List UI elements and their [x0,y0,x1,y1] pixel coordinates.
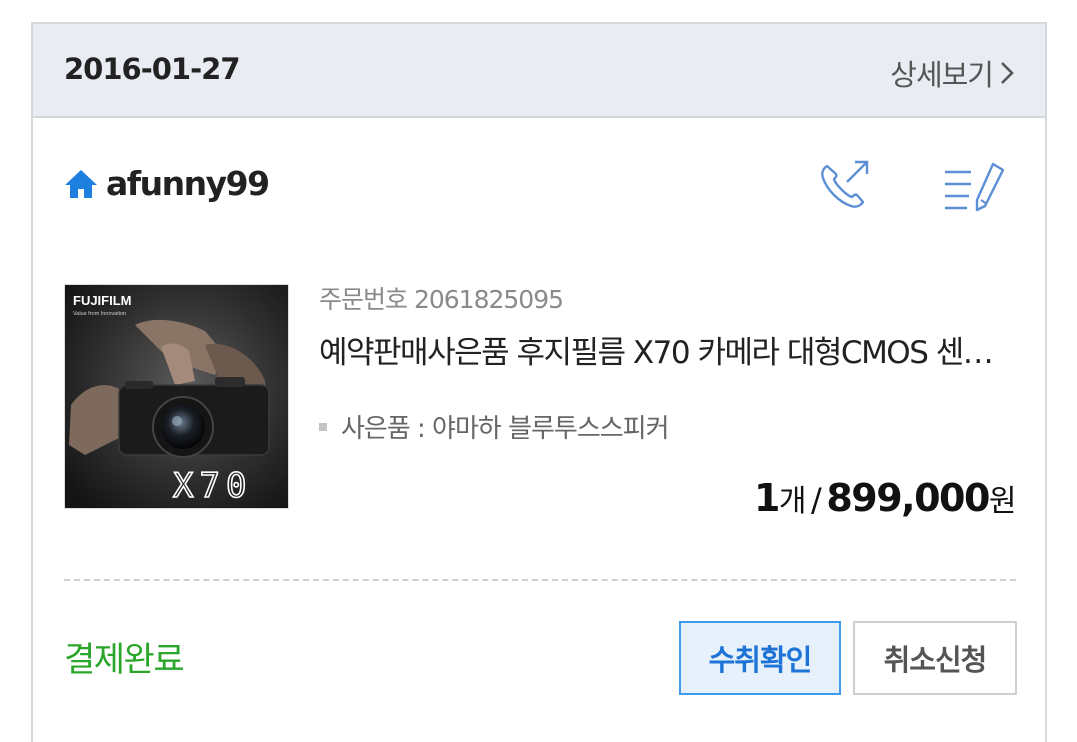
price-unit: 원 [988,484,1017,519]
bullet-icon [319,422,327,431]
gift-info: 사은품 : 야마하 블루투스스피커 [319,408,670,445]
camera-product-image: FUJIFILM Value from Innovation X70 [65,285,288,508]
model-text: X70 [173,466,252,506]
order-number: 주문번호 2061825095 [319,285,564,314]
brand-tagline-text: Value from Innovation [73,311,126,317]
seller-name: afunny99 [106,164,270,203]
order-status: 결제완료 [64,640,185,680]
quantity-price: 1 개 / 899,000 원 [753,476,1017,520]
price-separator: / [811,481,822,519]
quantity-unit: 개 [778,484,807,519]
dashed-divider [64,579,1016,581]
chevron-right-icon [1001,62,1014,84]
gift-text: 사은품 : 야마하 블루투스스피커 [341,414,670,444]
home-icon [65,169,97,198]
quantity-value: 1 [753,476,780,520]
view-details-label: 상세보기 [890,58,994,92]
brand-logo-text: FUJIFILM [73,293,132,308]
view-details-link[interactable]: 상세보기 [890,52,1015,94]
price-value: 899,000 [826,476,990,520]
memo-edit-icon[interactable] [941,158,1013,214]
cancel-request-button[interactable]: 취소신청 [853,621,1017,695]
phone-call-icon[interactable] [817,158,873,214]
order-card-header: 2016-01-27 상세보기 [33,24,1045,118]
seller-row[interactable]: afunny99 [64,164,270,203]
product-name-link[interactable]: 예약판매사은품 후지필름 X70 카메라 대형CMOS 센서 풀HD [319,327,1019,372]
order-date: 2016-01-27 [64,52,240,86]
product-image[interactable]: FUJIFILM Value from Innovation X70 [64,284,289,509]
confirm-receipt-button[interactable]: 수취확인 [679,621,841,695]
order-card: 2016-01-27 상세보기 afunny99 FUJIFILM Value … [31,22,1047,742]
